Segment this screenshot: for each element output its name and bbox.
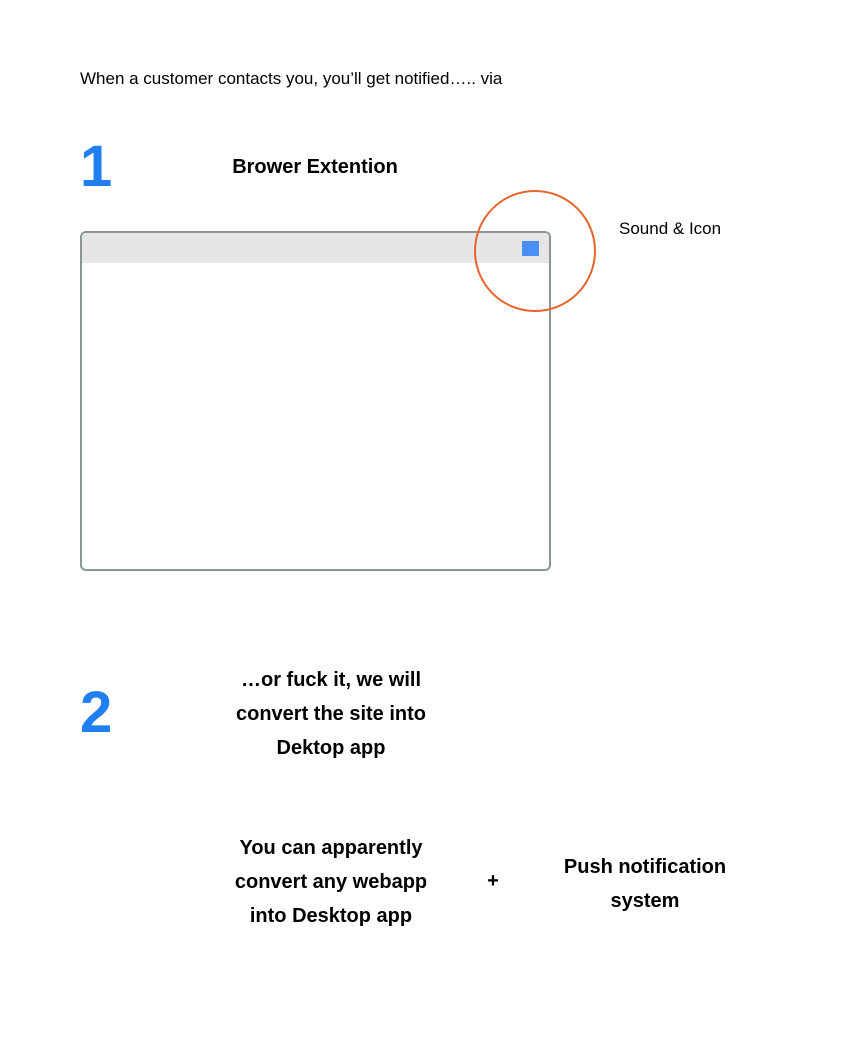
sound-and-icon-label: Sound & Icon [619,219,722,238]
webapp-to-desktop-text: You can apparently convert any webapp in… [195,831,467,933]
webapp-text-line: You can apparently [239,837,423,859]
desktop-app-title-line: convert the site into [235,703,427,725]
plus-operator: + [487,870,499,892]
webapp-text-line: into Desktop app [249,905,413,927]
push-notification-text: Push notification system [545,850,745,918]
desktop-app-title-line: Dektop app [276,737,386,759]
desktop-app-title: …or fuck it, we will convert the site in… [195,663,467,765]
highlight-circle [474,190,596,312]
webapp-text-line: convert any webapp [234,871,428,893]
step-number-1: 1 [80,134,113,199]
push-text-line: system [610,890,680,912]
step-number-2: 2 [80,680,113,745]
browser-extension-title: Brower Extention [232,156,398,178]
desktop-app-title-line: …or fuck it, we will [240,669,422,691]
intro-text: When a customer contacts you, you’ll get… [80,69,503,88]
push-text-line: Push notification [563,856,727,878]
